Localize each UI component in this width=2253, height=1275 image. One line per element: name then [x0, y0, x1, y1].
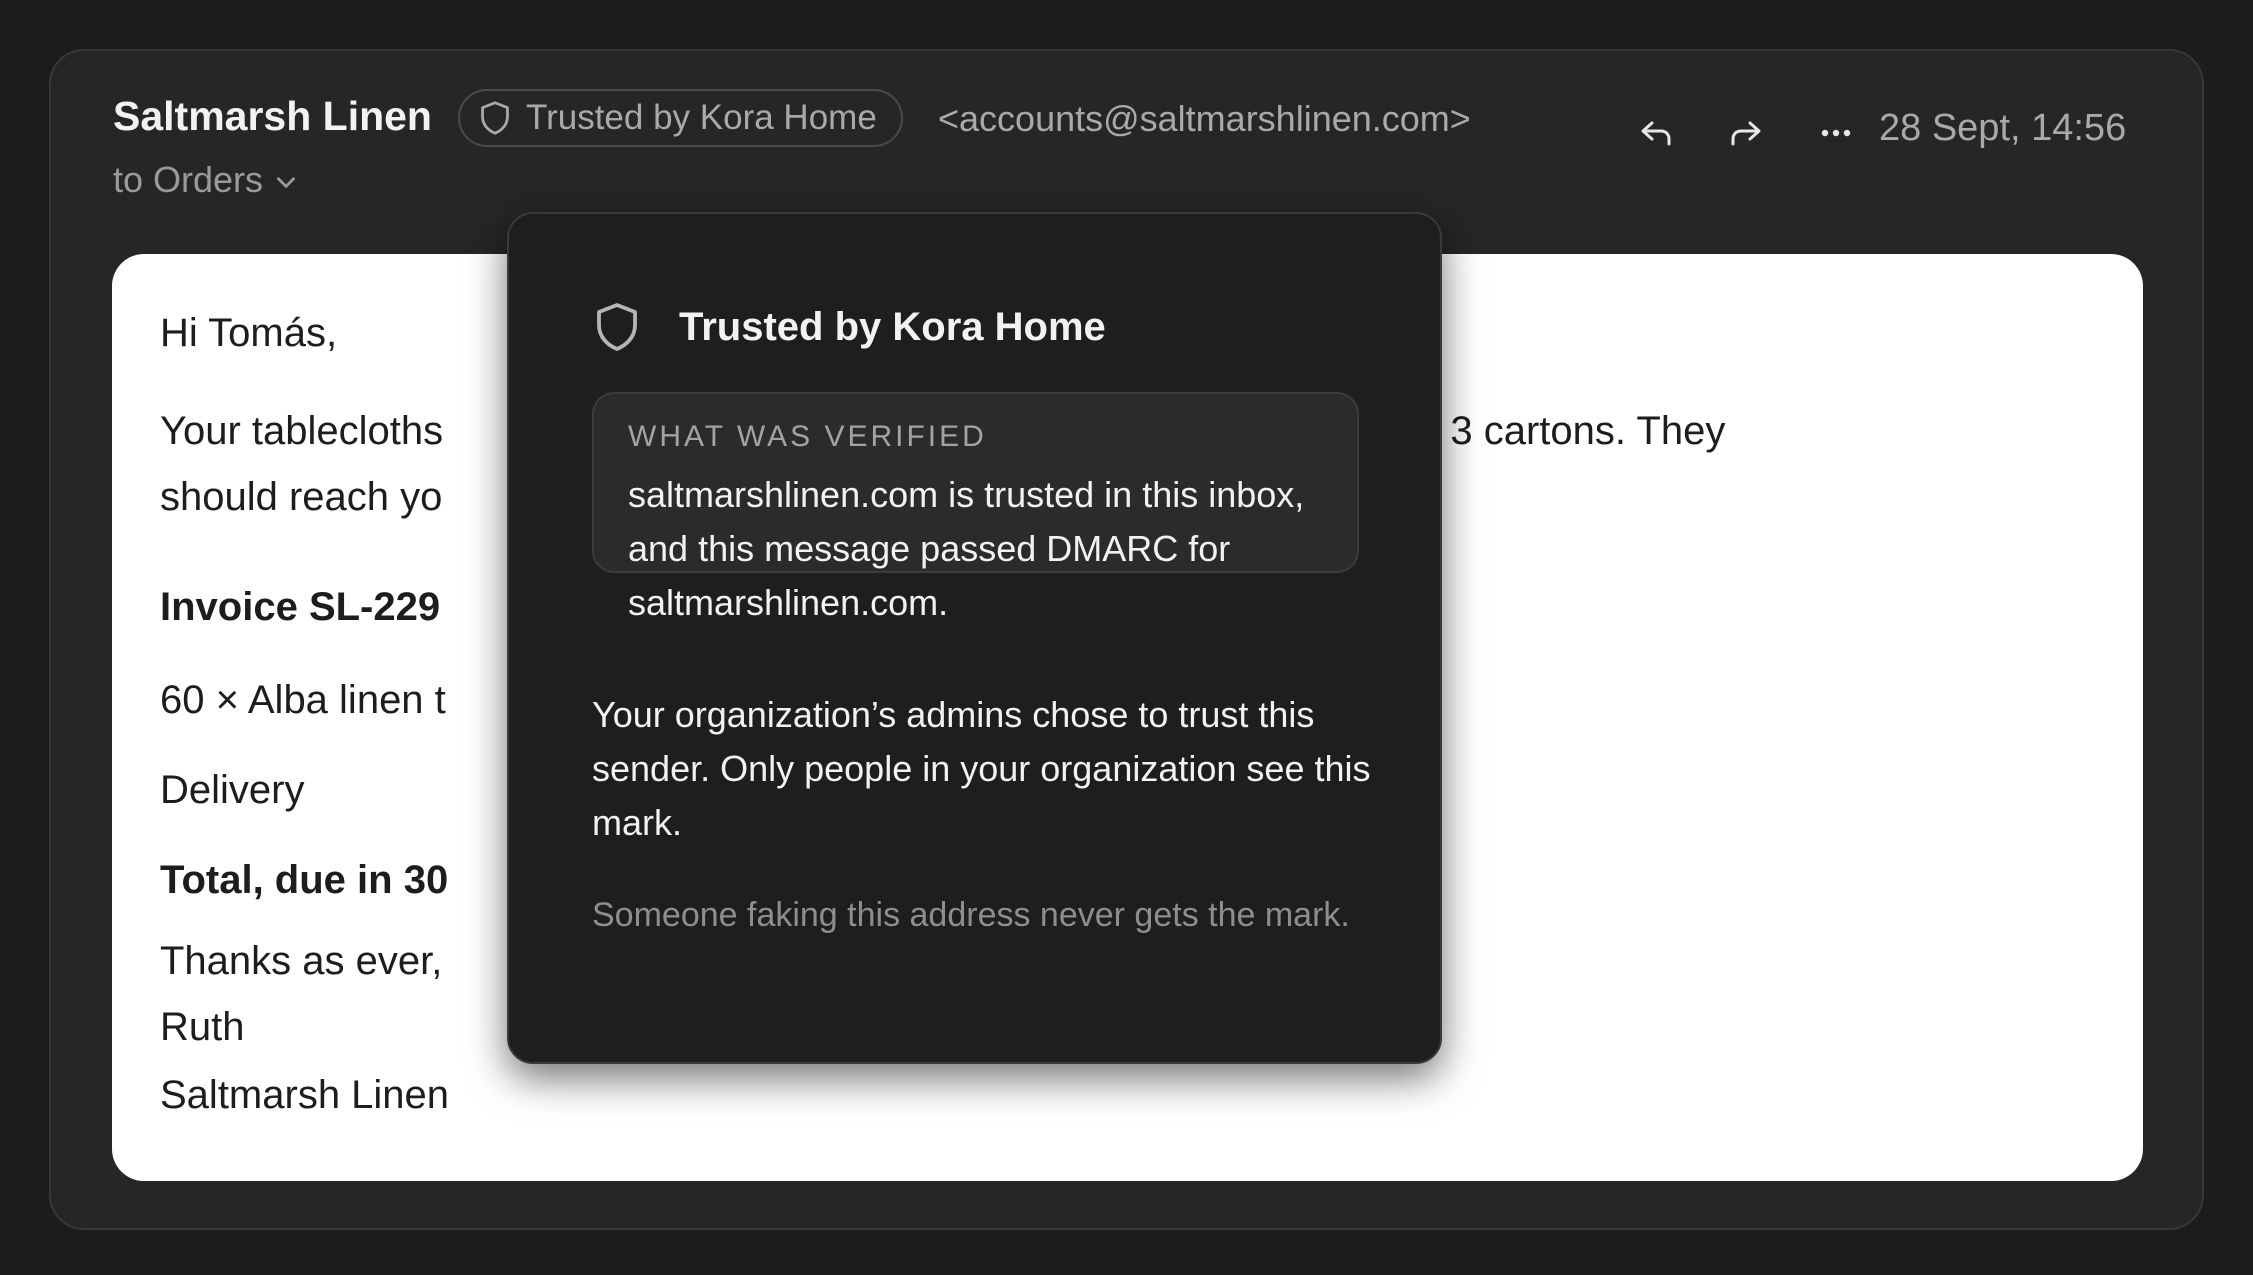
forward-button[interactable] — [1701, 103, 1791, 163]
shield-icon — [481, 101, 509, 135]
sender-email[interactable]: <accounts@saltmarshlinen.com> — [938, 98, 1471, 140]
paragraph-line-1: Your tablecloths — [160, 409, 444, 453]
message-actions — [1611, 103, 1881, 163]
total-label: Total, due in 30 — [160, 858, 449, 902]
verified-body: saltmarshlinen.com is trusted in this in… — [628, 474, 1305, 623]
trust-badge-label: Trusted by Kora Home — [526, 98, 877, 137]
message-timestamp: 28 Sept, 14:56 — [1879, 107, 2127, 149]
invoice-heading: Invoice SL-229 — [160, 585, 441, 629]
paragraph-line-1-end: n 3 cartons. They — [1417, 409, 1726, 453]
popover-body: Your organization’s admins chose to trus… — [592, 694, 1371, 843]
signature-name: Ruth — [160, 1005, 245, 1049]
more-horizontal-icon — [1821, 129, 1851, 137]
shield-icon — [597, 303, 637, 351]
email-window: Saltmarsh Linen Trusted by Kora Home <ac… — [49, 49, 2204, 1230]
verified-heading: WHAT WAS VERIFIED — [628, 420, 987, 453]
verified-section: WHAT WAS VERIFIED saltmarshlinen.com is … — [592, 392, 1359, 623]
greeting: Hi Tomás, — [160, 311, 338, 355]
trust-badge[interactable]: Trusted by Kora Home — [458, 89, 903, 147]
paragraph-line-2: should reach yo — [160, 475, 443, 519]
reply-icon — [1641, 121, 1671, 146]
line-item: 60 × Alba linen t — [160, 678, 446, 722]
signature-company: Saltmarsh Linen — [160, 1073, 450, 1117]
recipient-label: to Orders — [113, 159, 264, 200]
popover-footnote: Someone faking this address never gets t… — [592, 896, 1350, 934]
forward-icon — [1731, 121, 1761, 146]
trust-popover: Trusted by Kora Home WHAT WAS VERIFIED s… — [507, 212, 1442, 1064]
popover-title: Trusted by Kora Home — [679, 304, 1106, 349]
more-button[interactable] — [1791, 103, 1881, 163]
popover-header: Trusted by Kora Home — [593, 300, 1106, 354]
recipient-dropdown[interactable]: to Orders — [113, 159, 299, 201]
signoff: Thanks as ever, — [160, 939, 443, 983]
delivery-label: Delivery — [160, 768, 305, 812]
reply-button[interactable] — [1611, 103, 1701, 163]
sender-name[interactable]: Saltmarsh Linen — [113, 93, 432, 140]
chevron-down-icon — [277, 177, 296, 188]
